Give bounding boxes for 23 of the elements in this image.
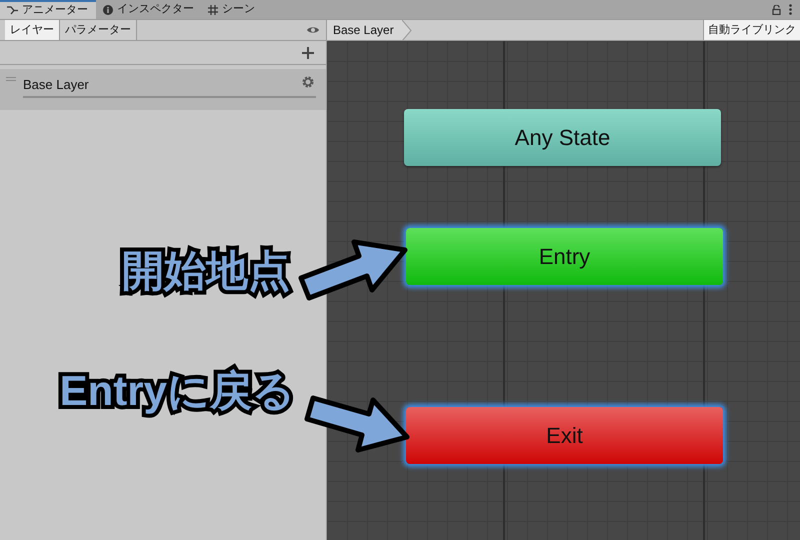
add-icon[interactable] [302, 46, 314, 58]
tab[interactable]: アニメーター [0, 0, 96, 19]
branch-icon [7, 6, 18, 15]
annotation-text: 開始地点 [122, 250, 290, 292]
panel-tab[interactable]: レイヤー [5, 20, 60, 40]
more-icon[interactable] [789, 4, 792, 15]
lock-icon[interactable] [772, 4, 781, 14]
panel-tab[interactable]: パラメーター [60, 20, 137, 40]
live-link-button[interactable]: 自動ライブリンク [703, 20, 800, 40]
info-icon [103, 4, 113, 14]
state-node[interactable]: Any State [404, 109, 721, 166]
annotation-text: Entryに戻る [60, 370, 295, 412]
tab[interactable]: インスペクター [96, 0, 201, 19]
eye-icon[interactable] [306, 25, 320, 35]
tab[interactable]: シーン [201, 0, 281, 19]
graph-canvas[interactable]: Any State Entry Exit [327, 41, 800, 540]
state-node[interactable]: Entry [406, 228, 723, 285]
settings-icon[interactable] [302, 76, 314, 88]
state-node[interactable]: Exit [406, 407, 723, 464]
layer-item[interactable]: Base Layer [0, 69, 326, 110]
grid-icon [208, 4, 218, 14]
layer-name: Base Layer [23, 76, 89, 94]
drag-handle-icon[interactable] [6, 77, 16, 81]
